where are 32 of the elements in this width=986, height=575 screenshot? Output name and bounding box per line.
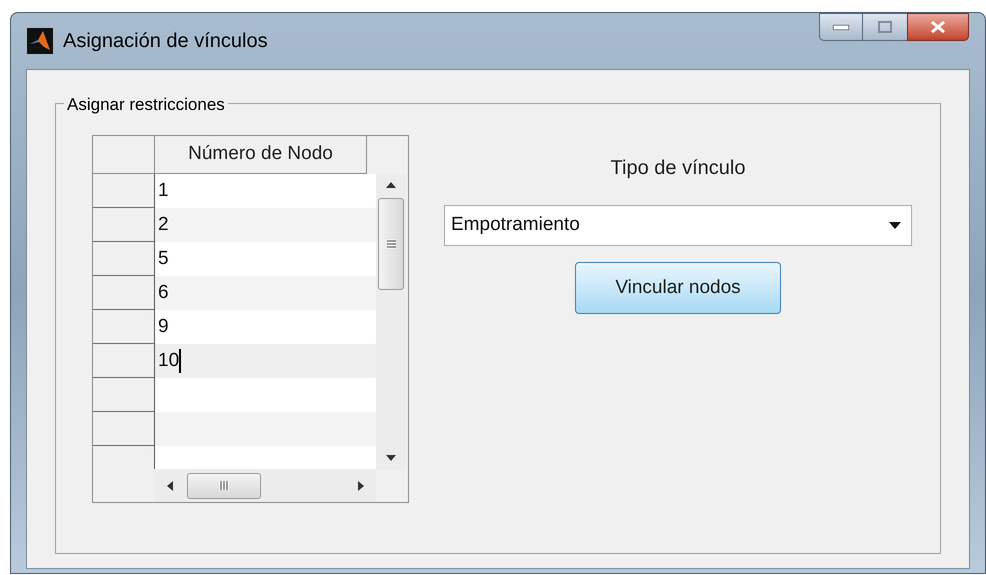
text-cursor: [179, 349, 182, 373]
window-title: Asignación de vínculos: [63, 29, 268, 54]
grip-icon: [386, 240, 396, 248]
close-icon: [930, 20, 946, 34]
app-icon: [27, 28, 53, 54]
vertical-scrollbar[interactable]: [376, 174, 406, 469]
table-row[interactable]: 10: [155, 344, 376, 378]
maximize-icon: [878, 21, 892, 33]
table-cell-text: 1: [158, 178, 169, 203]
scroll-thumb[interactable]: [378, 198, 404, 290]
minimize-icon: [833, 24, 849, 30]
horizontal-scrollbar[interactable]: [155, 469, 376, 502]
minimize-button[interactable]: [819, 13, 863, 41]
table-cell-text: 2: [158, 212, 169, 237]
table-cell-text: 10: [158, 348, 180, 373]
down-arrow-icon: [386, 455, 396, 461]
table-row[interactable]: 2: [155, 208, 376, 242]
scroll-thumb[interactable]: [187, 472, 261, 498]
table-cell-text: 9: [158, 314, 169, 339]
left-arrow-icon: [167, 480, 173, 490]
up-arrow-icon: [386, 182, 396, 188]
maximize-button[interactable]: [863, 13, 907, 41]
right-arrow-icon: [358, 480, 364, 490]
link-type-dropdown[interactable]: Empotramiento: [444, 205, 912, 246]
close-button[interactable]: [907, 13, 969, 41]
grip-icon: [220, 481, 228, 490]
link-type-label: Tipo de vínculo: [610, 156, 746, 181]
link-nodes-button[interactable]: Vincular nodos: [575, 262, 781, 314]
dropdown-arrow-icon: [889, 222, 901, 229]
table-cell-text: 5: [158, 246, 169, 271]
table-cell-text: 6: [158, 280, 169, 305]
table-row[interactable]: 6: [155, 276, 376, 310]
